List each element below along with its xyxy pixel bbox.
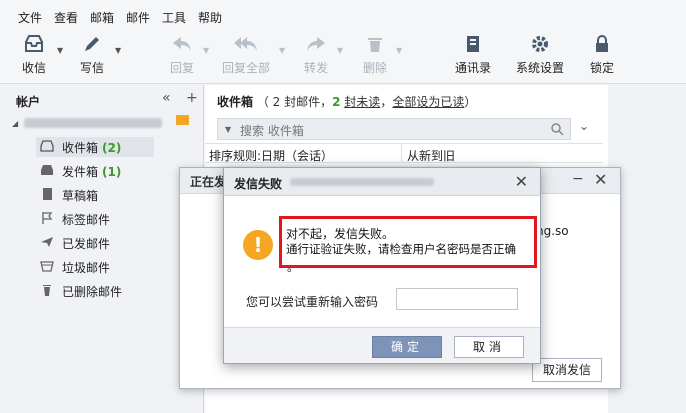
password-field[interactable]	[396, 288, 518, 310]
warning-icon: !	[243, 230, 273, 260]
minimize-icon[interactable]: −	[572, 171, 584, 187]
inbox-tray-icon	[40, 140, 54, 152]
menu-help[interactable]: 帮助	[198, 9, 222, 26]
dialog-title: 发信失败	[234, 177, 283, 191]
gear-icon	[532, 36, 548, 52]
lock-button[interactable]: 锁定	[572, 34, 632, 76]
redacted-address	[290, 178, 434, 186]
send-failed-dialog: 发信失败 ✕ ! 对不起，发信失败。 通行证验证失败，请检查用户名密码是否正确 …	[223, 167, 541, 364]
menu-file[interactable]: 文件	[18, 9, 42, 26]
sort-order[interactable]: 从新到旧	[407, 147, 455, 164]
sidebar-item-label: 草稿箱	[62, 189, 99, 203]
trash-icon	[368, 38, 382, 52]
header-close: ）	[464, 95, 477, 109]
search-icon[interactable]	[550, 122, 564, 136]
sidebar-item-label: 发件箱	[62, 165, 99, 179]
sidebar-item-tagged[interactable]: 标签邮件	[40, 209, 190, 229]
cancel-button[interactable]: 取消	[454, 336, 524, 358]
sort-rule[interactable]: 排序规则:日期（会话）	[209, 147, 333, 164]
sidebar-item-drafts[interactable]: 草稿箱	[40, 185, 190, 205]
menu-view[interactable]: 查看	[54, 9, 78, 26]
menu-mail[interactable]: 邮件	[126, 9, 150, 26]
sidebar-item-deleted[interactable]: 已删除邮件	[40, 281, 190, 301]
forward-dropdown-icon[interactable]: ▼	[337, 46, 343, 55]
flag-icon	[42, 212, 53, 224]
account-row[interactable]: ◢	[12, 115, 189, 129]
cancel-send-button[interactable]: 取消发信	[532, 358, 602, 382]
delete-dropdown-icon[interactable]: ▼	[396, 46, 402, 55]
contacts-button[interactable]: 通讯录	[443, 34, 503, 76]
search-box[interactable]: ▼ 搜索 收件箱	[217, 118, 571, 140]
sort-divider	[401, 144, 402, 162]
add-account-icon[interactable]: +	[186, 90, 198, 106]
toolbar: 收信 ▼ 写信 ▼ 回复 ▼ 回复全部 ▼ 转发 ▼ 删除 ▼ 通讯录 系统设置…	[0, 32, 686, 84]
sidebar-item-label: 垃圾邮件	[62, 261, 111, 275]
draft-page-icon	[43, 188, 52, 200]
reply-button[interactable]: 回复 ▼	[152, 34, 212, 76]
pencil-icon	[85, 37, 99, 51]
forward-arrow-icon	[307, 37, 325, 51]
address-book-icon	[467, 36, 479, 52]
envelope-icon	[176, 115, 189, 125]
search-input[interactable]: 搜索 收件箱	[240, 122, 304, 139]
sort-row[interactable]: 排序规则:日期（会话） 从新到旧	[205, 143, 603, 163]
sidebar-item-label: 收件箱	[62, 141, 99, 155]
ok-button[interactable]: 确定	[372, 336, 442, 358]
expand-triangle-icon[interactable]: ◢	[12, 119, 18, 128]
sidebar-item-inbox[interactable]: 收件箱 (2)	[36, 137, 154, 157]
sending-dialog-title: 正在发	[190, 175, 227, 189]
header-separator: ，	[380, 95, 393, 109]
spam-bin-icon	[40, 261, 54, 272]
unread-link[interactable]: 封未读	[344, 95, 380, 109]
collapse-sidebar-icon[interactable]: «	[162, 90, 171, 106]
close-icon[interactable]: ✕	[594, 170, 607, 189]
menu-tools[interactable]: 工具	[162, 9, 186, 26]
trash-icon	[43, 285, 51, 296]
delete-button[interactable]: 删除 ▼	[345, 34, 405, 76]
error-line-2: 通行证验证失败，请检查用户名密码是否正确	[286, 242, 516, 256]
sidebar-item-sent[interactable]: 已发邮件	[40, 233, 190, 253]
sidebar-item-label: 已发邮件	[62, 237, 111, 251]
sidebar-item-spam[interactable]: 垃圾邮件	[40, 257, 190, 277]
reply-dropdown-icon[interactable]: ▼	[203, 46, 209, 55]
folder-title: 收件箱	[217, 95, 254, 109]
reply-all-dropdown-icon[interactable]: ▼	[279, 46, 285, 55]
compose-dropdown-icon[interactable]: ▼	[115, 46, 121, 55]
receive-button[interactable]: 收信 ▼	[4, 34, 64, 76]
folder-header: 收件箱 （ 2 封邮件，2 封未读，全部设为已读）	[217, 93, 476, 110]
error-line-1: 对不起，发信失败。	[286, 227, 395, 241]
reply-all-button[interactable]: 回复全部 ▼	[216, 34, 285, 76]
unread-number: 2	[332, 95, 341, 109]
lock-icon	[596, 35, 608, 52]
sidebar-item-outbox[interactable]: 发件箱 (1)	[40, 161, 190, 181]
paper-plane-icon	[41, 237, 53, 247]
mail-count: （ 2 封邮件，	[256, 95, 333, 109]
mark-all-read-link[interactable]: 全部设为已读	[392, 95, 464, 109]
dialog-footer: 确定 取消	[224, 327, 540, 363]
reply-arrow-icon	[173, 37, 191, 51]
sidebar-item-label: 已删除邮件	[62, 285, 123, 299]
error-line-3: 。	[287, 260, 300, 274]
account-name-redacted	[24, 117, 163, 128]
menu-mailbox[interactable]: 邮箱	[90, 9, 114, 26]
forward-button[interactable]: 转发 ▼	[286, 34, 346, 76]
close-icon[interactable]: ✕	[515, 172, 528, 191]
retry-password-label: 您可以尝试重新输入密码	[246, 295, 379, 309]
expand-filter-icon[interactable]: ⌄	[579, 119, 589, 133]
unread-count-badge: (2)	[102, 141, 122, 155]
search-scope-dropdown-icon[interactable]: ▼	[225, 125, 231, 134]
inbox-tray-icon	[25, 35, 43, 52]
dialog-titlebar: 发信失败 ✕	[224, 168, 540, 196]
reply-all-arrow-icon	[234, 37, 257, 51]
sidebar-item-label: 标签邮件	[62, 213, 111, 227]
unread-count-badge: (1)	[102, 165, 122, 179]
menu-bar: 文件 查看 邮箱 邮件 工具 帮助	[0, 0, 686, 32]
sidebar: 帐户 « + ◢ 收件箱 (2) 发件箱 (1) 草稿箱 标签邮件 已发邮件 垃圾邮…	[0, 85, 204, 413]
settings-button[interactable]: 系统设置	[510, 34, 570, 76]
sidebar-title: 帐户	[16, 95, 41, 109]
outbox-tray-icon	[41, 165, 53, 175]
compose-button[interactable]: 写信 ▼	[62, 34, 122, 76]
